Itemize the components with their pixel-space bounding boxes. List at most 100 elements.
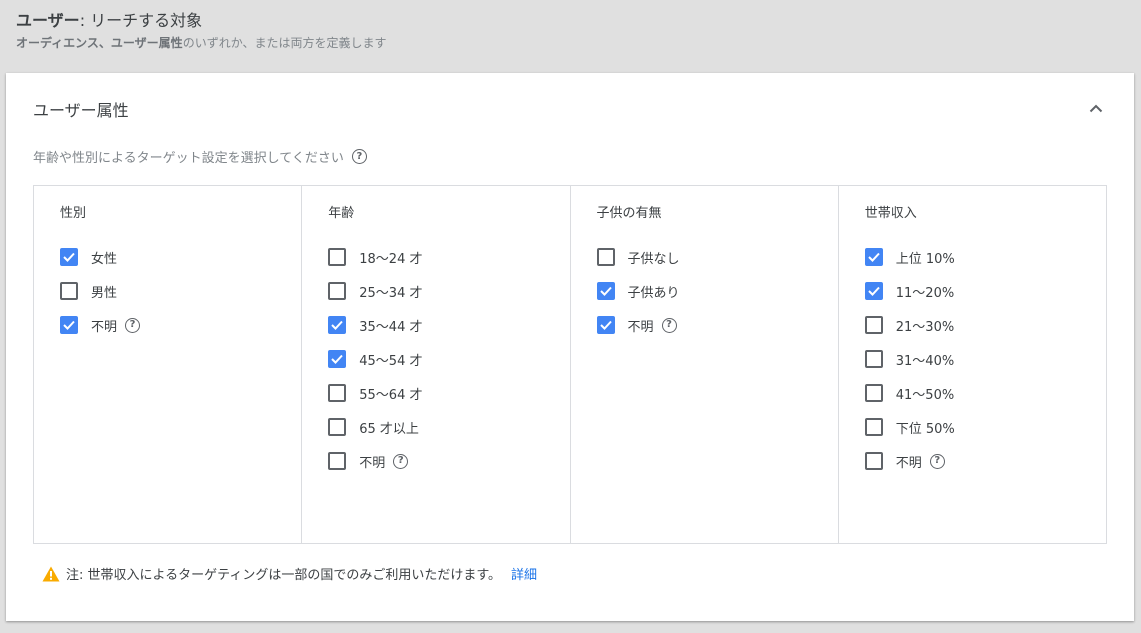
- checkbox[interactable]: [596, 282, 615, 300]
- checkbox[interactable]: [864, 316, 883, 334]
- subtitle-audience: オーディエンス、: [16, 36, 111, 50]
- checkbox[interactable]: [596, 316, 615, 334]
- option-list: 18～24 才 25～34 才 35～44 才 45～54 才 55～64 才 65 才以…: [328, 235, 569, 483]
- checkmark-icon: [331, 354, 343, 364]
- option-text: 不明: [359, 455, 386, 471]
- option-list: 上位 10% 11～20% 21～30% 31～40% 41～50% 下位 50% 不明?: [864, 235, 1106, 483]
- option-text: 55～64 才: [359, 387, 423, 403]
- option-text: 65 才以上: [359, 421, 419, 437]
- checkbox-option[interactable]: 不明?: [864, 439, 1106, 483]
- checkbox-option[interactable]: 不明?: [596, 303, 838, 347]
- demographics-card: ユーザー属性 年齢や性別によるターゲット設定を選択してください ? 性別女性男性…: [6, 73, 1134, 621]
- option-label: 25～34 才: [359, 282, 422, 301]
- column-3: 子供の有無 子供なし 子供あり 不明?: [571, 186, 839, 543]
- option-label: 女性: [91, 248, 117, 267]
- option-text: 18～24 才: [359, 251, 423, 267]
- option-label: 上位 10%: [896, 248, 955, 267]
- help-icon[interactable]: ?: [125, 317, 141, 333]
- checkbox[interactable]: [60, 248, 78, 266]
- option-label: 65 才以上: [359, 418, 419, 437]
- chevron-up-icon: [1089, 104, 1103, 112]
- checkmark-icon: [599, 286, 612, 296]
- option-label: 不明?: [91, 316, 141, 335]
- option-text: 41～50%: [895, 387, 955, 403]
- checkbox[interactable]: [60, 316, 78, 334]
- checkbox[interactable]: [328, 452, 347, 470]
- details-link[interactable]: 詳細: [511, 564, 537, 583]
- option-text: 子供なし: [627, 251, 680, 267]
- page-title-rest: : リーチする対象: [79, 11, 203, 30]
- option-text: 不明: [627, 319, 654, 335]
- option-label: 21～30%: [896, 316, 954, 335]
- option-text: 31～40%: [895, 353, 955, 369]
- option-text: 子供あり: [627, 285, 680, 301]
- column-heading: 世帯収入: [864, 206, 917, 221]
- checkbox[interactable]: [864, 350, 883, 368]
- option-text: 下位 50%: [895, 421, 955, 437]
- warning-icon: [42, 566, 60, 581]
- page-title: ユーザー: リーチする対象: [16, 10, 1125, 32]
- checkbox[interactable]: [328, 350, 347, 368]
- checkbox[interactable]: [864, 248, 883, 266]
- option-label: 35～44 才: [359, 316, 422, 335]
- option-label: 子供なし: [628, 248, 680, 267]
- column-heading: 年齢: [328, 206, 355, 221]
- checkbox-option[interactable]: 不明?: [60, 303, 301, 347]
- option-label: 11～20%: [896, 282, 954, 301]
- option-label: 31～40%: [896, 350, 954, 369]
- checkbox[interactable]: [864, 282, 883, 300]
- option-text: 女性: [91, 251, 118, 267]
- column-4: 世帯収入上位 10% 11～20% 21～30% 31～40% 41～50% 下位 50%…: [839, 186, 1106, 543]
- checkbox-option[interactable]: 不明?: [328, 439, 569, 483]
- option-label: 不明?: [896, 452, 945, 471]
- option-label: 男性: [91, 282, 117, 301]
- checkbox[interactable]: [328, 316, 347, 334]
- checkbox[interactable]: [328, 384, 347, 402]
- option-text: 男性: [91, 285, 118, 301]
- option-text: 不明: [91, 319, 118, 335]
- checkmark-icon: [868, 286, 880, 296]
- demographics-grid: 性別女性男性不明? 年齢 18～24 才 25～34 才 35～44 才 45～54 才 5…: [33, 185, 1107, 544]
- help-icon[interactable]: ?: [661, 317, 677, 333]
- column-2: 年齢 18～24 才 25～34 才 35～44 才 45～54 才 55～64 才 65 …: [302, 186, 571, 543]
- help-icon[interactable]: ?: [929, 453, 945, 469]
- section-title: ユーザー属性: [33, 101, 129, 120]
- checkbox[interactable]: [328, 282, 347, 300]
- checkmark-icon: [331, 320, 343, 330]
- checkbox[interactable]: [328, 248, 347, 266]
- checkmark-icon: [599, 320, 612, 330]
- option-text: 35～44 才: [359, 319, 423, 335]
- option-label: 不明?: [628, 316, 677, 335]
- checkbox[interactable]: [864, 384, 883, 402]
- checkmark-icon: [63, 252, 75, 262]
- checkbox[interactable]: [60, 282, 78, 300]
- help-icon[interactable]: ?: [393, 453, 409, 469]
- instruction-text: 年齢や性別によるターゲット設定を選択してください: [33, 151, 344, 166]
- option-text: 25～34 才: [359, 285, 423, 301]
- income-note: 注: 世帯収入によるターゲティングは一部の国でのみご利用いただけます。 詳細: [42, 564, 537, 583]
- subtitle-rest: のいずれか、または両方を定義します: [182, 36, 387, 50]
- page-subtitle: オーディエンス、ユーザー属性のいずれか、または両方を定義します: [16, 34, 1125, 52]
- column-1: 性別女性男性不明?: [34, 186, 303, 543]
- checkbox[interactable]: [328, 418, 347, 436]
- help-icon[interactable]: ?: [351, 149, 367, 164]
- checkbox[interactable]: [596, 248, 615, 266]
- option-label: 45～54 才: [359, 350, 422, 369]
- option-label: 18～24 才: [359, 248, 422, 267]
- checkmark-icon: [868, 252, 880, 262]
- page-header: ユーザー: リーチする対象 オーディエンス、ユーザー属性のいずれか、または両方を…: [16, 10, 1125, 52]
- checkbox[interactable]: [864, 452, 883, 470]
- subtitle-demographics: ユーザー属性: [110, 36, 183, 50]
- column-heading: 性別: [60, 206, 87, 221]
- checkbox[interactable]: [864, 418, 883, 436]
- option-label: 子供あり: [628, 282, 680, 301]
- instruction: 年齢や性別によるターゲット設定を選択してください ?: [33, 147, 367, 166]
- note-text: 注: 世帯収入によるターゲティングは一部の国でのみご利用いただけます。: [66, 568, 502, 583]
- option-list: 女性男性不明?: [60, 235, 301, 347]
- collapse-button[interactable]: [1084, 96, 1108, 120]
- option-list: 子供なし子供あり不明?: [596, 235, 838, 347]
- page-title-bold: ユーザー: [16, 11, 80, 30]
- checkmark-icon: [63, 320, 75, 330]
- option-text: 上位 10%: [895, 251, 955, 267]
- option-text: 45～54 才: [359, 353, 423, 369]
